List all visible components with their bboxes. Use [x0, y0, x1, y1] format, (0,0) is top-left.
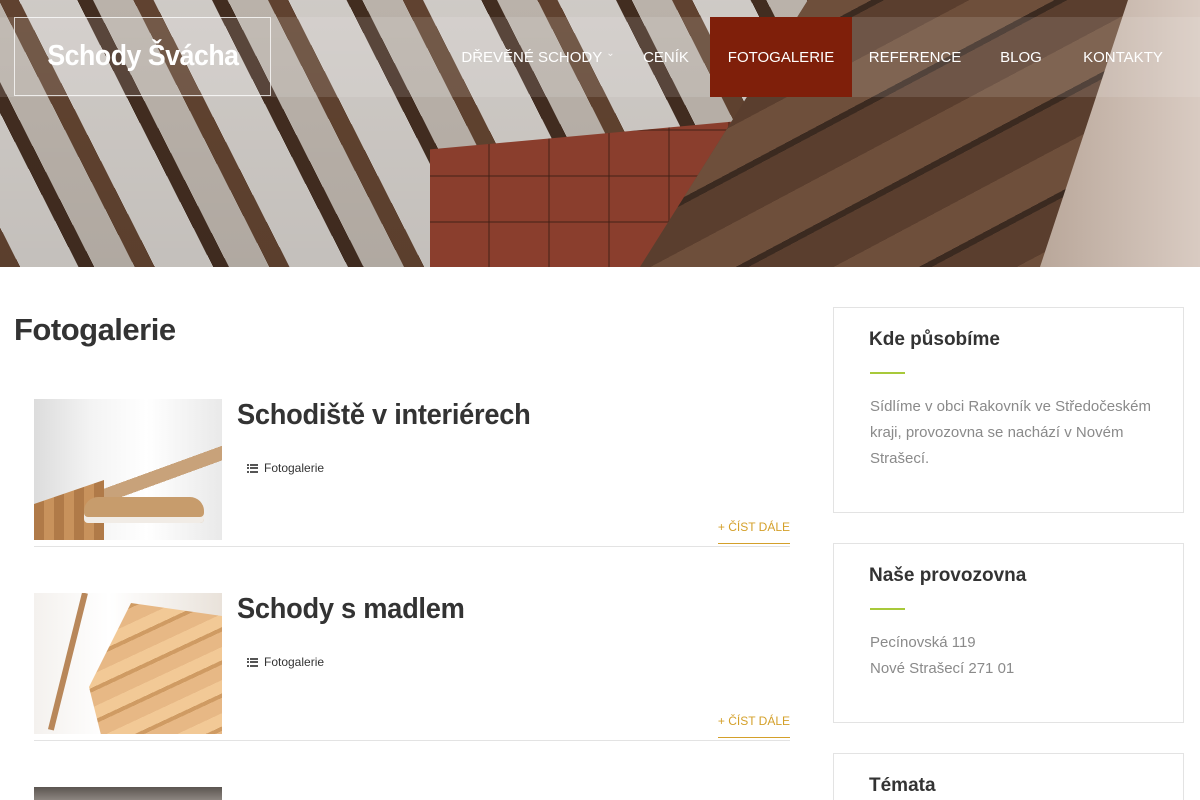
widget-text: Sídlíme v obci Rakovník ve Středočeském … [870, 398, 1151, 467]
post-thumbnail[interactable] [34, 787, 222, 800]
read-more-link[interactable]: + ČÍST DÁLE [717, 520, 790, 544]
widget-title: Témata [869, 775, 936, 796]
post-title[interactable]: Schody s madlem [237, 593, 465, 626]
address-city: Nové Strašecí 271 01 [870, 660, 1015, 677]
chevron-down-icon: ⌄ [606, 47, 615, 59]
nav-label: FOTOGALERIE [727, 48, 835, 66]
post-item [34, 787, 790, 800]
list-icon [247, 463, 258, 473]
nav-label: CENÍK [643, 48, 689, 66]
category-link[interactable]: Fotogalerie [264, 655, 324, 669]
widget-divider [870, 608, 905, 610]
post-category: Fotogalerie [247, 655, 324, 669]
nav-label: REFERENCE [868, 48, 962, 66]
nav-label: DŘEVĚNÉ SCHODY [461, 48, 603, 66]
nav-item-blog[interactable]: BLOG [990, 17, 1052, 97]
nav-label: BLOG [1000, 48, 1042, 66]
post-thumbnail[interactable] [34, 593, 222, 734]
nav-item-cenik[interactable]: CENÍK [630, 17, 702, 97]
read-more-link[interactable]: + ČÍST DÁLE [717, 714, 790, 738]
post-item: Schodiště v interiérech Fotogalerie + ČÍ… [34, 399, 790, 547]
post-title[interactable]: Schodiště v interiérech [237, 399, 531, 432]
nav-item-reference[interactable]: REFERENCE [860, 17, 970, 97]
widget-nase-provozovna: Naše provozovna Pecínovská 119 Nové Stra… [833, 543, 1184, 723]
post-thumbnail[interactable] [34, 399, 222, 540]
page-title: Fotogalerie [14, 312, 176, 347]
post-item: Schody s madlem Fotogalerie + ČÍST DÁLE [34, 593, 790, 741]
address-street: Pecínovská 119 [870, 634, 976, 651]
post-category: Fotogalerie [247, 461, 324, 475]
nav-item-fotogalerie[interactable]: FOTOGALERIE [710, 17, 852, 97]
main-nav: DŘEVĚNÉ SCHODY ⌄ CENÍK FOTOGALERIE REFER… [0, 17, 1200, 97]
list-icon [247, 657, 258, 667]
nav-item-drevene-schody[interactable]: DŘEVĚNÉ SCHODY ⌄ [459, 17, 617, 97]
widget-divider [870, 372, 905, 374]
widget-title: Kde působíme [869, 329, 1000, 350]
widget-kde-pusobime: Kde působíme Sídlíme v obci Rakovník ve … [833, 307, 1184, 513]
widget-temata: Témata [833, 753, 1184, 800]
widget-title: Naše provozovna [869, 565, 1027, 586]
nav-item-kontakty[interactable]: KONTAKTY [1070, 17, 1176, 97]
category-link[interactable]: Fotogalerie [264, 461, 324, 475]
nav-label: KONTAKTY [1083, 48, 1163, 66]
